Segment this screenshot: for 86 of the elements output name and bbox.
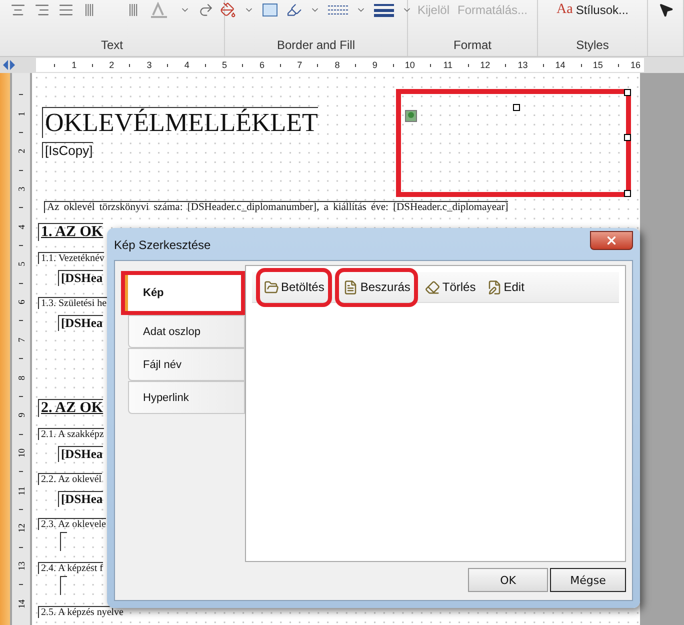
image-placeholder[interactable] <box>396 89 631 197</box>
ruler-number: 5 <box>16 262 26 267</box>
group-label: Styles <box>576 38 609 52</box>
field-label: 2.1. A szakképz <box>38 428 104 440</box>
field-label: 1.1. Vezetéknév <box>38 252 104 264</box>
load-icon <box>264 280 279 294</box>
ruler-number: 6 <box>260 60 265 70</box>
toolbar-button[interactable]: Edit <box>482 278 528 296</box>
close-button[interactable] <box>590 231 633 250</box>
ruler-number: 4 <box>16 224 26 229</box>
document-title: OKLEVÉLMELLÉKLET <box>42 107 318 138</box>
side-tab[interactable]: Hyperlink <box>128 381 245 414</box>
group-label: Format <box>453 38 492 52</box>
ruler-number: 16 <box>630 60 640 70</box>
empty-field-marker <box>60 576 67 595</box>
data-field: [DSHea <box>58 270 103 286</box>
ruler-number: 9 <box>372 60 378 70</box>
data-field: [DSHea <box>58 491 103 507</box>
ruler-number: 8 <box>334 60 340 70</box>
selection-handle[interactable] <box>624 190 631 197</box>
ruler-number: 8 <box>16 375 26 380</box>
align-right-icon[interactable] <box>34 2 50 18</box>
ruler-number: 13 <box>518 60 528 70</box>
data-field: [DSHea <box>58 446 103 462</box>
toolbar-button[interactable]: Beszurás <box>335 268 418 306</box>
ruler-number: 9 <box>16 412 26 418</box>
group-label: Text <box>100 38 123 52</box>
insert-icon <box>343 280 358 294</box>
border-box-icon[interactable] <box>262 3 278 17</box>
highlighter-icon[interactable] <box>286 2 302 18</box>
side-tab[interactable]: Fájl név <box>128 348 245 381</box>
field-label: 1.3. Születési he <box>38 297 107 309</box>
ruler-number: 4 <box>184 60 190 70</box>
justify-icon[interactable] <box>58 2 74 18</box>
field-label: 2.2. Az oklevél <box>38 473 102 485</box>
selection-handle[interactable] <box>624 89 631 96</box>
ruler-number: 10 <box>404 60 415 70</box>
ruler-number: 12 <box>480 60 490 70</box>
data-field: [DSHea <box>58 315 103 331</box>
dialog-button[interactable]: OK <box>468 568 548 592</box>
ruler-number: 13 <box>16 561 26 570</box>
redo-icon[interactable] <box>198 2 214 18</box>
ruler-number: 11 <box>16 486 26 495</box>
group-label: Border and Fill <box>276 38 356 52</box>
paint-bucket-icon[interactable] <box>220 2 236 18</box>
ruler-number: 10 <box>16 448 26 458</box>
ruler-number: 3 <box>146 60 152 70</box>
ruler-number: 1 <box>16 111 26 116</box>
selection-handle[interactable] <box>624 134 631 141</box>
field-label: 2.4. A képzést f <box>38 562 103 574</box>
ruler-number: 3 <box>16 186 26 192</box>
side-tab[interactable]: Kép <box>121 271 245 315</box>
margin-arrows-icon[interactable] <box>2 59 16 71</box>
ruler-number: 14 <box>16 599 26 608</box>
ruler-number: 5 <box>222 60 227 70</box>
align-center-icon[interactable] <box>10 2 26 18</box>
pointer-icon[interactable] <box>658 2 674 18</box>
ruler-number: 1 <box>72 60 77 70</box>
edit-icon <box>486 280 502 294</box>
ribbon-button[interactable]: Aa Stílusok... <box>556 2 628 18</box>
ruler-number: 2 <box>109 60 114 70</box>
toolbar-button[interactable]: Törlés <box>421 278 480 296</box>
ruler-number: 7 <box>16 338 26 342</box>
toolbar-button[interactable]: Betöltés <box>256 268 332 306</box>
section-heading: 1. AZ OK <box>38 223 104 241</box>
delete-icon <box>425 280 440 294</box>
empty-field-marker <box>60 532 67 551</box>
dialog-title: Kép Szerkesztése <box>114 238 211 252</box>
image-icon <box>405 110 417 122</box>
field-label: 2.3. Az oklevele <box>38 518 106 530</box>
ruler-number: 15 <box>592 60 603 70</box>
paragraph-text: Az oklevél törzskönyvi száma: [DSHeader.c_diplomanumber], a kiállítás éve: [DSHeader.c_diplomayear] <box>44 201 508 213</box>
selection-handle[interactable] <box>513 104 520 111</box>
ruler-number: 12 <box>16 524 26 533</box>
close-icon <box>605 234 618 247</box>
ruler-number: 6 <box>16 300 26 304</box>
section-heading: 2. AZ OK <box>38 399 104 417</box>
ruler-number: 11 <box>443 60 453 70</box>
dashed-line-icon[interactable] <box>328 3 348 17</box>
side-tab[interactable]: Adat oszlop <box>128 315 245 348</box>
ruler-number: 14 <box>555 60 566 70</box>
placeholder-field: [IsCopy] <box>42 142 93 158</box>
dialog-button[interactable]: Mégse <box>550 568 626 592</box>
line-weight-icon[interactable] <box>374 3 394 17</box>
ruler-number: 2 <box>16 149 26 154</box>
ruler-number: 7 <box>297 60 302 70</box>
